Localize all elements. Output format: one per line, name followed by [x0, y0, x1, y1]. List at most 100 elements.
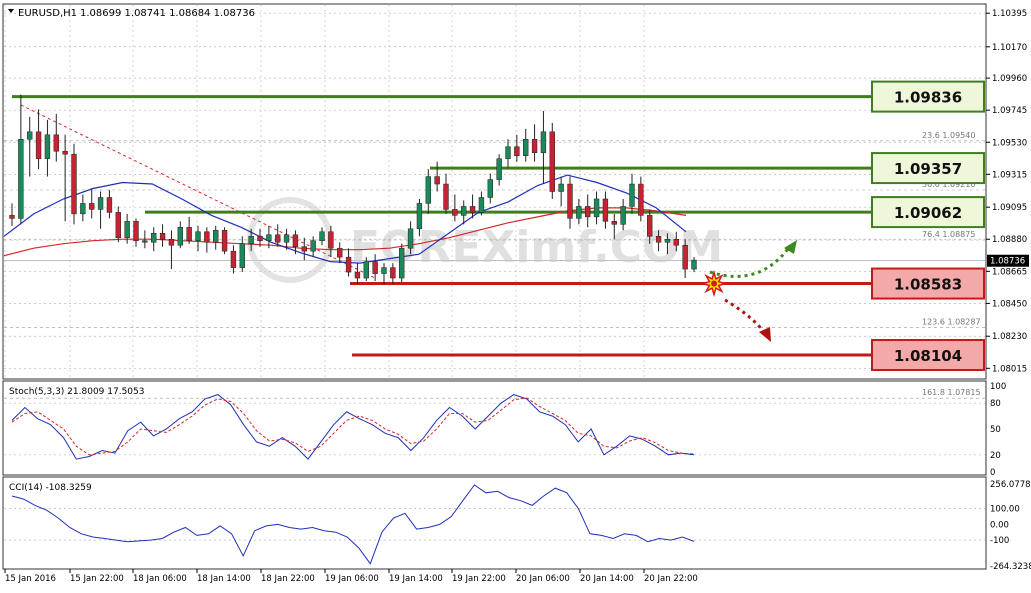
bear-candle — [549, 131, 555, 192]
price-tick-label: 1.09530 — [992, 138, 1027, 148]
bear-candle — [168, 238, 175, 246]
bear-candle — [514, 146, 520, 156]
support-label: 1.08583 — [894, 276, 962, 294]
price-tick-label: 1.08880 — [992, 235, 1027, 245]
time-tick-label: 15 Jan 2016 — [5, 574, 56, 584]
bear-candle — [257, 236, 263, 241]
bull-candle — [44, 134, 51, 159]
bear-candle — [531, 139, 538, 153]
chart-canvas[interactable]: FOREXimf.COM 23.6 1.0954050.0 1.0921076.… — [0, 0, 1031, 589]
bull-candle — [399, 247, 405, 279]
price-tick-label: 1.08665 — [992, 267, 1027, 277]
bull-candle — [363, 261, 369, 279]
bear-candle — [647, 215, 653, 237]
bear-candle — [638, 183, 644, 216]
bear-candle — [106, 197, 113, 213]
bull-candle — [248, 236, 254, 244]
bull-candle — [195, 231, 201, 241]
bear-candle — [673, 238, 679, 246]
time-tick-label: 18 Jan 06:00 — [133, 574, 187, 584]
bull-candle — [496, 158, 502, 180]
bull-candle — [97, 197, 104, 210]
bear-candle — [9, 215, 15, 219]
stoch-tick-label: 0 — [990, 468, 995, 478]
bull-candle — [487, 179, 493, 198]
stoch-tick-label: 100 — [990, 382, 1006, 392]
cci-tick-label: 100.00 — [990, 505, 1020, 515]
bull-candle — [177, 227, 183, 246]
bear-candle — [301, 246, 307, 252]
bull-candle — [319, 231, 325, 241]
price-tick-label: 1.08230 — [992, 332, 1027, 342]
time-tick-label: 19 Jan 22:00 — [452, 574, 506, 584]
bull-candle — [558, 183, 564, 192]
price-axis: 1.10395 1.10170 1.09960 1.09745 1.09530 1.093… — [986, 9, 1029, 374]
bull-candle — [425, 176, 431, 204]
bull-candle — [461, 206, 467, 216]
time-tick-label: 20 Jan 14:00 — [580, 574, 634, 584]
bear-candle — [159, 233, 166, 240]
fib-label: 161.8 1.07815 — [922, 388, 981, 397]
bull-candle — [27, 131, 33, 140]
bear-candle — [372, 261, 378, 274]
bull-candle — [664, 238, 671, 243]
stoch-tick-label: 50 — [990, 425, 1001, 435]
stoch-tick-label: 80 — [990, 399, 1001, 409]
bear-candle — [186, 227, 192, 241]
support-label: 1.08104 — [894, 347, 962, 365]
bear-candle — [328, 231, 334, 249]
bull-candle — [620, 206, 626, 225]
bear-candle — [337, 247, 343, 258]
bull-candle — [266, 234, 272, 241]
bull-candle — [124, 221, 130, 239]
time-tick-label: 20 Jan 06:00 — [516, 574, 570, 584]
bear-candle — [345, 256, 352, 273]
bear-candle — [204, 231, 210, 243]
bear-candle — [585, 206, 591, 218]
bear-candle — [390, 267, 396, 279]
price-tick-label: 1.10170 — [992, 43, 1027, 53]
current-price-label: 1.08736 — [990, 257, 1025, 267]
bear-candle — [469, 206, 476, 213]
cci-tick-label: 256.0778 — [990, 480, 1031, 490]
symbol-label: EURUSD,H1 — [18, 8, 77, 19]
time-tick-label: 18 Jan 22:00 — [261, 574, 315, 584]
time-tick-label: 19 Jan 06:00 — [325, 574, 379, 584]
bull-candle — [213, 230, 219, 243]
breakout-burst-center — [711, 280, 717, 287]
stoch-panel-frame — [2, 380, 987, 476]
bull-candle — [416, 203, 423, 230]
bull-candle — [505, 146, 511, 159]
time-tick-label: 18 Jan 14:00 — [197, 574, 251, 584]
bull-candle — [540, 131, 547, 153]
bull-candle — [523, 139, 529, 156]
bear-candle — [655, 236, 662, 243]
bear-candle — [142, 240, 148, 243]
bull-candle — [80, 203, 86, 215]
bear-candle — [89, 203, 95, 210]
cci-tick-label: -264.3238 — [990, 562, 1031, 572]
fib-label: 23.6 1.09540 — [922, 131, 975, 140]
bear-candle — [53, 134, 59, 152]
price-tick-label: 1.09315 — [992, 170, 1027, 180]
bull-candle — [381, 267, 387, 274]
price-tick-label: 1.09745 — [992, 106, 1027, 116]
chart-window: FOREXimf.COM 23.6 1.09540 50.0 1.09210 76.… — [0, 0, 1031, 589]
bear-candle — [452, 209, 458, 216]
bear-candle — [434, 176, 440, 185]
bull-candle — [239, 243, 245, 268]
resistance-label: 1.09357 — [894, 160, 962, 178]
main-panel-frame — [2, 3, 987, 380]
time-axis: 15 Jan 2016 15 Jan 22:00 18 Jan 06:00 18 Ja… — [4, 569, 698, 584]
time-tick-label: 20 Jan 22:00 — [644, 574, 698, 584]
price-tick-label: 1.08015 — [992, 364, 1027, 374]
bull-candle — [151, 233, 157, 243]
resistance-label: 1.09062 — [894, 204, 962, 222]
bull-candle — [407, 228, 414, 249]
time-tick-label: 19 Jan 14:00 — [389, 574, 443, 584]
bull-candle — [691, 259, 697, 270]
price-tick-label: 1.08450 — [992, 299, 1027, 309]
bull-candle — [593, 198, 600, 218]
fib-label: 76.4 1.08875 — [922, 230, 975, 239]
bull-candle — [310, 240, 316, 252]
